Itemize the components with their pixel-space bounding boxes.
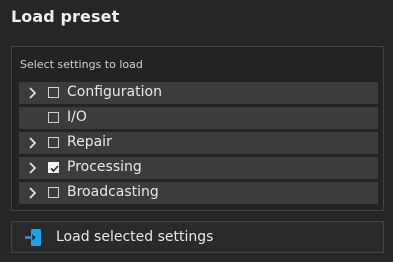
dialog-title: Load preset [11, 7, 120, 26]
settings-list: Configuration I/O Repair Processing Broa… [19, 82, 378, 207]
load-selected-settings-button[interactable]: Load selected settings [11, 221, 384, 253]
chevron-right-icon[interactable] [26, 161, 40, 175]
settings-item-label: I/O [67, 109, 87, 125]
chevron-right-icon[interactable] [26, 186, 40, 200]
chevron-right-icon[interactable] [26, 86, 40, 100]
settings-item-broadcasting[interactable]: Broadcasting [19, 182, 378, 204]
settings-item-checkbox[interactable] [48, 137, 59, 148]
settings-item-label: Processing [67, 159, 142, 175]
settings-item-checkbox[interactable] [48, 112, 59, 123]
settings-item-repair[interactable]: Repair [19, 132, 378, 154]
settings-item-io[interactable]: I/O [19, 107, 378, 129]
settings-item-checkbox[interactable] [48, 187, 59, 198]
settings-item-label: Broadcasting [67, 184, 159, 200]
load-button-label: Load selected settings [56, 229, 214, 245]
settings-item-checkbox[interactable] [48, 87, 59, 98]
chevron-right-icon[interactable] [26, 136, 40, 150]
settings-item-label: Configuration [67, 84, 162, 100]
settings-item-label: Repair [67, 134, 112, 150]
import-icon [25, 229, 41, 246]
panel-label: Select settings to load [20, 58, 143, 71]
checkmark-icon [50, 165, 59, 173]
load-preset-dialog: Load preset Select settings to load Conf… [0, 0, 393, 262]
settings-item-checkbox[interactable] [48, 162, 59, 173]
settings-panel: Select settings to load Configuration I/… [11, 46, 384, 211]
settings-item-configuration[interactable]: Configuration [19, 82, 378, 104]
settings-item-processing[interactable]: Processing [19, 157, 378, 179]
